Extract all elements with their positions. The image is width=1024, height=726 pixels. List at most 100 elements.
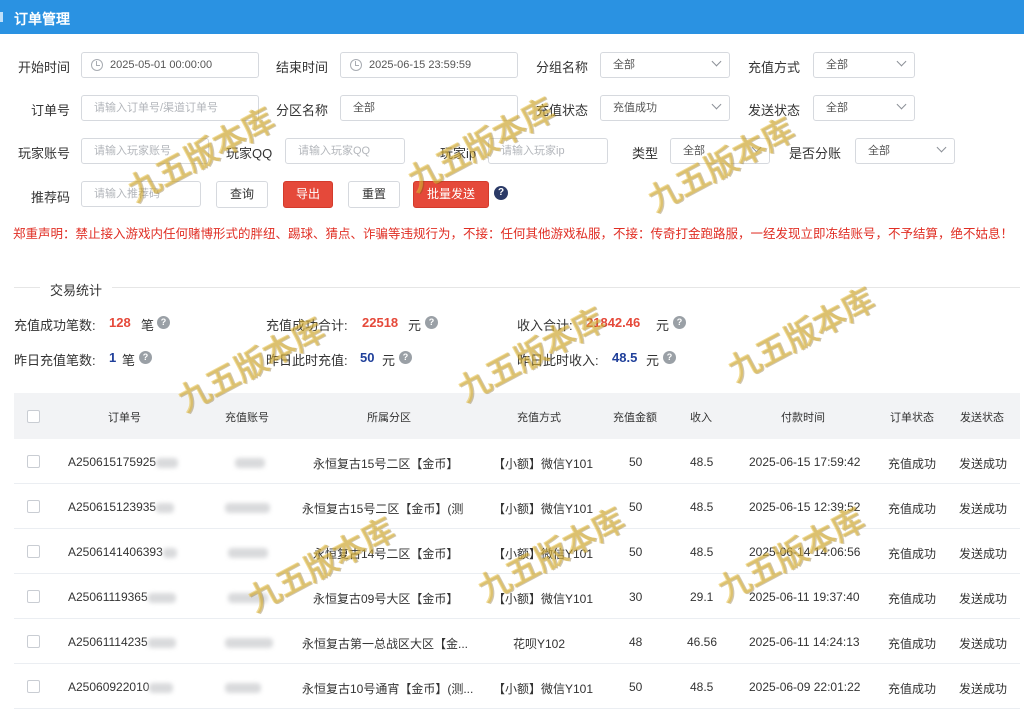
- reset-button[interactable]: 重置: [348, 181, 400, 208]
- column-header-income[interactable]: 收入: [690, 409, 712, 425]
- column-header-order-status[interactable]: 订单状态: [890, 409, 934, 425]
- clock-icon: [91, 59, 103, 71]
- success-count-unit: 笔: [141, 318, 155, 333]
- row-checkbox[interactable]: [27, 455, 40, 468]
- success-total-label: 充值成功合计:: [266, 318, 348, 333]
- chevron-down-icon: [896, 56, 907, 67]
- yesterday-income-value: 48.5: [612, 350, 638, 365]
- column-header-send-status[interactable]: 发送状态: [960, 409, 1004, 425]
- success-total-value: 22518: [362, 315, 399, 330]
- zone-name: 永恒复古15号二区【金币】: [313, 457, 459, 471]
- zone-name: 永恒复古第一总战区大区【金...: [302, 637, 469, 651]
- section-divider-right: [112, 287, 1020, 288]
- success-total-unit: 元: [408, 318, 422, 333]
- row-checkbox[interactable]: [27, 500, 40, 513]
- yesterday-count-value: 1: [109, 350, 117, 365]
- row-checkbox[interactable]: [27, 680, 40, 693]
- order-no-input[interactable]: 请输入订单号/渠道订单号: [81, 95, 259, 121]
- row-checkbox[interactable]: [27, 545, 40, 558]
- order-number: A25061119365: [68, 590, 176, 604]
- recharge-method-select[interactable]: 全部: [813, 52, 915, 78]
- send-status: 发送成功: [959, 682, 1008, 696]
- start-time-input[interactable]: 2025-05-01 00:00:00: [81, 52, 259, 78]
- order-number: A250615123935: [68, 500, 175, 514]
- row-checkbox[interactable]: [27, 635, 40, 648]
- help-icon[interactable]: ?: [663, 351, 676, 364]
- end-time-input[interactable]: 2025-06-15 23:59:59: [340, 52, 518, 78]
- help-icon[interactable]: ?: [494, 186, 508, 200]
- type-label: 类型: [632, 146, 659, 161]
- column-header-amount[interactable]: 充值金额: [613, 409, 657, 425]
- chevron-down-icon: [896, 99, 907, 110]
- group-name-select[interactable]: 全部: [600, 52, 730, 78]
- type-select[interactable]: 全部: [670, 138, 770, 164]
- yesterday-income-label: 昨日此时收入:: [517, 353, 599, 368]
- recharge-status-value: 充值成功: [613, 102, 657, 114]
- row-checkbox[interactable]: [27, 590, 40, 603]
- recharge-method-value: 全部: [826, 59, 848, 71]
- help-icon[interactable]: ?: [399, 351, 412, 364]
- player-account-placeholder: 请输入玩家账号: [94, 145, 171, 157]
- help-icon[interactable]: ?: [673, 316, 686, 329]
- income-amount: 48.5: [690, 680, 714, 694]
- player-ip-label: 玩家ip: [440, 146, 477, 161]
- yesterday-income-unit: 元: [646, 353, 660, 368]
- pay-time: 2025-06-09 22:01:22: [749, 680, 861, 694]
- order-status: 充值成功: [888, 547, 937, 561]
- send-status: 发送成功: [959, 457, 1008, 471]
- income-amount: 48.5: [690, 500, 714, 514]
- column-header-pay-time[interactable]: 付款时间: [781, 409, 825, 425]
- pay-time: 2025-06-11 19:37:40: [749, 590, 860, 604]
- recharge-method: 【小额】微信Y101: [493, 682, 594, 696]
- pay-time: 2025-06-15 12:39:52: [749, 500, 861, 514]
- split-value: 全部: [868, 145, 890, 157]
- chevron-down-icon: [751, 142, 762, 153]
- recharge-method-label: 充值方式: [748, 60, 801, 75]
- send-status-select[interactable]: 全部: [813, 95, 915, 121]
- help-icon[interactable]: ?: [139, 351, 152, 364]
- split-select[interactable]: 全部: [855, 138, 955, 164]
- order-status: 充值成功: [888, 637, 937, 651]
- referral-input[interactable]: 请输入推荐码: [81, 181, 201, 207]
- order-status: 充值成功: [888, 457, 937, 471]
- player-qq-input[interactable]: 请输入玩家QQ: [285, 138, 405, 164]
- player-qq-label: 玩家QQ: [226, 146, 273, 161]
- zone-name: 永恒复古14号二区【金币】: [313, 547, 459, 561]
- column-header-method[interactable]: 充值方式: [517, 409, 561, 425]
- order-number: A2506141406393: [68, 545, 177, 559]
- select-all-checkbox[interactable]: [27, 410, 40, 423]
- zone-name-select[interactable]: 全部: [340, 95, 518, 121]
- export-button[interactable]: 导出: [283, 181, 333, 208]
- player-account-input[interactable]: 请输入玩家账号: [81, 138, 209, 164]
- zone-name-label: 分区名称: [276, 103, 329, 118]
- recharge-method: 【小额】微信Y101: [493, 592, 594, 606]
- batch-send-button[interactable]: 批量发送: [413, 181, 489, 208]
- income-amount: 48.5: [690, 455, 714, 469]
- page-title: 订单管理: [14, 11, 70, 27]
- yesterday-recharge-label: 昨日此时充值:: [266, 353, 348, 368]
- help-icon[interactable]: ?: [425, 316, 438, 329]
- recharge-amount: 50: [629, 680, 643, 694]
- recharge-method: 花呗Y102: [513, 637, 566, 651]
- referral-placeholder: 请输入推荐码: [94, 188, 160, 200]
- order-number: A250615175925: [68, 455, 179, 469]
- yesterday-recharge-value: 50: [360, 350, 375, 365]
- yesterday-count-unit: 笔: [122, 353, 136, 368]
- column-header-order[interactable]: 订单号: [108, 409, 141, 425]
- column-header-account[interactable]: 充值账号: [225, 409, 269, 425]
- order-status: 充值成功: [888, 592, 937, 606]
- split-label: 是否分账: [789, 146, 842, 161]
- zone-name-value: 全部: [353, 102, 375, 114]
- player-ip-input[interactable]: 请输入玩家ip: [488, 138, 608, 164]
- account-blurred: [235, 455, 265, 469]
- recharge-method: 【小额】微信Y101: [493, 547, 594, 561]
- recharge-status-select[interactable]: 充值成功: [600, 95, 730, 121]
- account-blurred: [228, 545, 268, 559]
- column-header-zone[interactable]: 所属分区: [367, 409, 411, 425]
- order-number: A25060922010: [68, 680, 174, 694]
- help-icon[interactable]: ?: [157, 316, 170, 329]
- query-button[interactable]: 查询: [216, 181, 268, 208]
- referral-label: 推荐码: [31, 190, 71, 205]
- order-status: 充值成功: [888, 502, 937, 516]
- income-amount: 29.1: [690, 590, 714, 604]
